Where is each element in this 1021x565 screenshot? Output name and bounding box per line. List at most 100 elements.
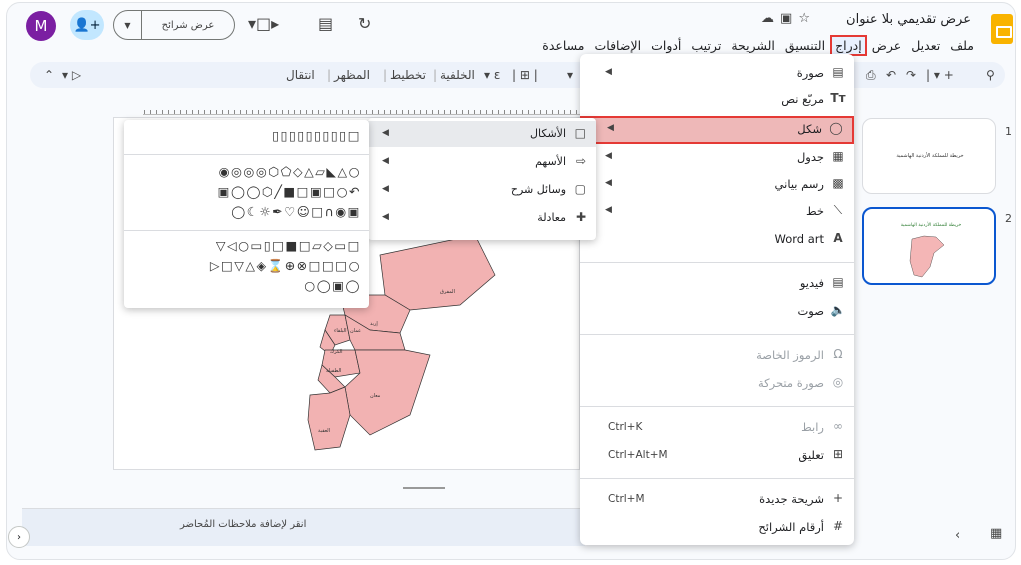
menu-file[interactable]: ملف (945, 35, 979, 56)
more-dropdown-icon[interactable]: ▾ (567, 68, 573, 82)
insert-comment[interactable]: ⊞ تعليق Ctrl+Alt+M (580, 444, 854, 468)
insert-chart[interactable]: ▩ رسم بياني ◀ (580, 173, 854, 197)
title-actions: ☁▣☆ (761, 11, 816, 26)
toolbar-layout[interactable]: تخطيط (390, 68, 426, 82)
menu-edit[interactable]: تعديل (906, 35, 945, 56)
new-slide-dropdown-icon[interactable]: | ▾ + (926, 68, 954, 82)
insert-line[interactable]: ⟍ خط ◀ (580, 200, 854, 224)
insert-text-box[interactable]: Tт مربّع نص (580, 88, 854, 112)
word-art-icon: A (833, 231, 843, 245)
insert-table[interactable]: ▦ جدول ◀ (580, 146, 854, 170)
menu-format[interactable]: التنسيق (780, 35, 830, 56)
expand-panel-button[interactable]: › (8, 526, 30, 548)
print-icon[interactable]: ⎙ (866, 68, 876, 83)
cloud-status-icon[interactable]: ☁ (761, 11, 780, 26)
menu-arrange[interactable]: ترتيب (686, 35, 726, 56)
animation-icon: ◎ (832, 375, 844, 389)
comment-icon[interactable]: ▤ (318, 14, 333, 33)
document-title[interactable]: عرض تقديمي بلا عنوان (846, 12, 971, 27)
shape-row[interactable]: ▷□▽△◈⌛⊕⊗□□□○ (210, 258, 361, 274)
redo-icon[interactable]: ↷ (906, 68, 916, 82)
chevron-down-icon[interactable]: ▼ (114, 11, 142, 39)
comment-add-icon[interactable]: | ⊞ | (512, 68, 538, 82)
insert-link[interactable]: ∞ رابط Ctrl+K (580, 416, 854, 440)
slides-logo-icon[interactable] (991, 14, 1013, 44)
submenu-callouts[interactable]: ▢ وسائل شرح ◀ (368, 177, 596, 203)
submenu-label: الأسهم (535, 155, 566, 168)
shapes-palette: ▯▯▯▯▯▯▯▯▯□ ◉◎◎◎⬡⬠◇△▱◣△○ ▣◯◯⬡╱■□▣□○↶ ◯☾☼✒… (124, 120, 369, 308)
submenu-arrow-icon: ◀ (605, 67, 612, 77)
star-icon[interactable]: ☆ (798, 11, 816, 26)
undo-icon[interactable]: ↶ (886, 68, 896, 82)
shape-row[interactable]: ○◯▣◯ (304, 278, 361, 293)
map-label: معان (370, 393, 381, 399)
insert-special-chars[interactable]: Ω الرموز الخاصة (580, 344, 854, 368)
history-icon[interactable]: ↻ (358, 14, 371, 33)
toolbar-divider: | (433, 68, 438, 82)
move-icon[interactable]: ▣ (780, 11, 798, 26)
link-icon: ∞ (833, 419, 843, 433)
horizontal-ruler[interactable] (143, 105, 583, 115)
account-avatar[interactable]: M (26, 11, 56, 41)
chevron-left-icon[interactable]: ‹ (955, 528, 960, 543)
collapse-toolbar-icon[interactable]: ⌃ (44, 68, 54, 82)
grid-view-icon[interactable]: ▦ (990, 526, 1002, 541)
slide-number: 1 (1005, 125, 1012, 138)
insert-word-art[interactable]: A Word art (580, 228, 854, 252)
insert-slide-numbers[interactable]: # أرقام الشرائح (580, 516, 854, 540)
shortcut-label: Ctrl+K (608, 421, 643, 433)
menu-insert[interactable]: إدراج (830, 35, 867, 56)
menu-item-label: فيديو (799, 276, 824, 290)
menu-tools[interactable]: أدوات (646, 35, 686, 56)
toolbar-theme[interactable]: المظهر (334, 68, 370, 82)
slide-number: 2 (1005, 212, 1012, 225)
insert-image[interactable]: ▤ صورة ◀ (580, 62, 854, 86)
slide-thumbnail-2[interactable]: خريطة للمملكة الأردنية الهاشمية (862, 207, 996, 285)
line-icon: ⟍ (833, 203, 843, 217)
toolbar-divider: | (327, 68, 332, 82)
palette-divider (124, 230, 369, 231)
map-region-aqaba (307, 386, 351, 451)
menu-extensions[interactable]: الإضافات (590, 35, 647, 56)
insert-animation[interactable]: ◎ صورة متحركة (580, 372, 854, 396)
shape-row[interactable]: ▣◯◯⬡╱■□▣□○↶ (218, 184, 361, 199)
submenu-equation[interactable]: ✚ معادلة ◀ (368, 205, 596, 231)
menu-view[interactable]: عرض (867, 35, 906, 56)
menu-slide[interactable]: الشريحة (726, 35, 780, 56)
map-region-mafraq (379, 234, 496, 311)
toolbar-transition[interactable]: انتقال (286, 68, 315, 82)
insert-shape[interactable]: ◯ شكل ◀ (580, 116, 854, 144)
shape-row[interactable]: ◉◎◎◎⬡⬠◇△▱◣△○ (219, 164, 361, 179)
submenu-arrow-icon: ◀ (605, 205, 612, 215)
slide-thumbnail-1[interactable]: خريطة للمملكة الأردنية الهاشمية (862, 118, 996, 194)
submenu-arrow-icon: ◀ (382, 128, 389, 138)
slideshow-button[interactable]: ▼ عرض شرائح (113, 10, 235, 40)
shapes-icon: ◯ (829, 121, 843, 135)
submenu-arrows[interactable]: ⇨ الأسهم ◀ (368, 149, 596, 175)
shape-row[interactable]: ◯☾☼✒♡☺□∩◉▣ (231, 204, 361, 219)
menu-divider (580, 478, 854, 479)
menu-help[interactable]: مساعدة (537, 35, 589, 56)
meet-dropdown-icon[interactable]: ▾□▸ (248, 14, 279, 33)
share-button[interactable]: 👤+ (70, 10, 104, 40)
shortcut-label: Ctrl+Alt+M (608, 449, 668, 461)
insert-new-slide[interactable]: + شريحة جديدة Ctrl+M (580, 488, 854, 512)
insert-video[interactable]: ▤ فيديو (580, 272, 854, 296)
notes-resize-handle[interactable] (403, 487, 445, 489)
insert-audio[interactable]: 🔈 صوت (580, 300, 854, 324)
add-comment-icon: ⊞ (832, 447, 844, 461)
shape-row[interactable]: ▯▯▯▯▯▯▯▯▯□ (272, 128, 361, 143)
menu-item-label: أرقام الشرائح (758, 520, 824, 534)
search-icon[interactable]: ⚲ (986, 68, 995, 82)
select-dropdown-icon[interactable]: ▾ ▷ (62, 68, 81, 82)
toolbar-background[interactable]: الخلفية (440, 68, 475, 82)
arrow-icon: ⇨ (575, 154, 586, 168)
special-chars-icon[interactable]: ▾ ε (484, 68, 500, 82)
menu-item-label: صورة متحركة (758, 376, 824, 390)
menu-item-label: رسم بياني (774, 177, 824, 191)
submenu-shapes[interactable]: □ الأشكال ◀ (368, 121, 596, 147)
equation-icon: ✚ (575, 210, 586, 224)
map-label: البلقاء (334, 328, 346, 334)
shape-row[interactable]: ▽◁○▭▯□■□▱◇▭□ (216, 238, 361, 253)
insert-menu: ▤ صورة ◀ Tт مربّع نص ◯ شكل ◀ ▦ جدول ◀ ▩ … (580, 54, 854, 545)
